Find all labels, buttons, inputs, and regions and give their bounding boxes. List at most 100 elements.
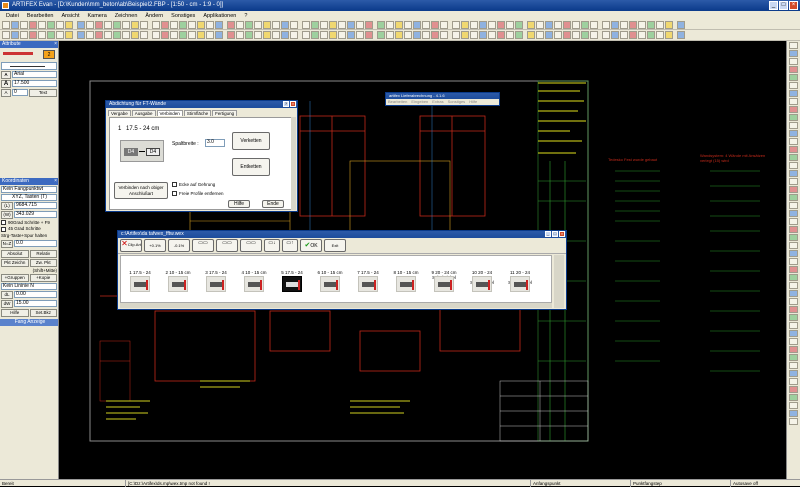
drawing-tool-30-icon[interactable] [254,31,262,39]
standard-tool-78-icon[interactable] [656,20,664,29]
menu-help[interactable]: ? [240,13,251,19]
entketten-button[interactable]: Entketten [232,158,270,176]
minimize-button[interactable]: _ [769,1,778,10]
drawing-tool-15-icon[interactable] [131,31,139,39]
checkbox-90grad[interactable] [1,220,6,226]
tab-fertigung[interactable]: Fertigung [212,110,238,116]
ft-help-button[interactable]: ? [283,101,289,107]
pen-color-swatch[interactable] [3,52,33,55]
right-tool-18-icon[interactable] [789,186,798,193]
profile-item[interactable]: 2 10 - 15 cm [165,270,191,292]
standard-tool-58-icon[interactable] [488,20,496,29]
drawing-tool-76-icon[interactable] [638,31,646,39]
verketten-button[interactable]: Verketten [232,132,270,150]
standard-tool-0-icon[interactable] [2,20,10,29]
standard-tool-73-icon[interactable] [611,20,619,29]
right-tool-43-icon[interactable] [789,386,798,393]
drawing-tool-42-icon[interactable] [356,31,364,39]
drawing-tool-10-icon[interactable] [86,31,94,39]
standard-tool-3-icon[interactable] [29,20,37,29]
drawing-tool-22-icon[interactable] [188,31,196,39]
drawing-tool-29-icon[interactable] [245,31,253,39]
right-tool-4-icon[interactable] [789,74,798,81]
drawing-tool-74-icon[interactable] [620,31,628,39]
standard-tool-65-icon[interactable] [545,20,553,29]
drawing-tool-46-icon[interactable] [386,31,394,39]
coord-hilfe-button[interactable]: Hilfe [1,308,29,317]
standard-tool-77-icon[interactable] [647,20,655,29]
standard-tool-1-icon[interactable] [11,20,19,29]
checkbox-ecke[interactable] [172,182,177,188]
wex-maximize-button[interactable]: □ [552,231,558,237]
drawing-tool-81-icon[interactable] [677,31,685,39]
right-tool-31-icon[interactable] [789,290,798,297]
standard-tool-51-icon[interactable] [431,20,439,29]
drawing-tool-67-icon[interactable] [563,31,571,39]
standard-tool-19-icon[interactable] [161,20,169,29]
drawing-tool-11-icon[interactable] [95,31,103,39]
standard-tool-11-icon[interactable] [95,20,103,29]
maximize-button[interactable]: □ [779,1,788,10]
right-tool-32-icon[interactable] [789,298,798,305]
axis-mode-select[interactable]: XYZ, Tasten (T) [1,194,57,201]
tab-vergabe[interactable]: Vergabe [108,110,131,116]
standard-tool-42-icon[interactable] [356,20,364,29]
standard-tool-60-icon[interactable] [506,20,514,29]
standard-tool-29-icon[interactable] [245,20,253,29]
right-tool-42-icon[interactable] [789,378,798,385]
profile-item[interactable]: 11 20 - 24 cm Schalwinkel - 15 [507,270,533,292]
standard-tool-16-icon[interactable] [140,20,148,29]
right-tool-21-icon[interactable] [789,210,798,217]
font-select[interactable]: Arial [12,71,57,78]
checkbox-freie[interactable] [172,191,177,197]
drawing-tool-16-icon[interactable] [140,31,148,39]
drawing-tool-23-icon[interactable] [197,31,205,39]
drawing-tool-43-icon[interactable] [365,31,373,39]
drawing-tool-2-icon[interactable] [20,31,28,39]
profile-type-c-icon[interactable]: ▭▭ [240,239,262,252]
drawing-tool-45-icon[interactable] [377,31,385,39]
right-tool-12-icon[interactable] [789,138,798,145]
wex-vertical-scrollbar[interactable] [554,255,564,308]
drawing-tool-68-icon[interactable] [572,31,580,39]
right-tool-38-icon[interactable] [789,346,798,353]
absolut-button[interactable]: Absolut [1,249,29,258]
standard-tool-56-icon[interactable] [470,20,478,29]
right-tool-35-icon[interactable] [789,322,798,329]
right-tool-36-icon[interactable] [789,330,798,337]
right-tool-47-icon[interactable] [789,418,798,425]
standard-tool-50-icon[interactable] [422,20,430,29]
standard-tool-43-icon[interactable] [365,20,373,29]
standard-tool-22-icon[interactable] [188,20,196,29]
standard-tool-75-icon[interactable] [629,20,637,29]
drawing-tool-57-icon[interactable] [479,31,487,39]
profile-item[interactable]: 5 17.5 - 24 cm [279,270,305,292]
profile-type-b-icon[interactable]: ▭▭ [216,239,238,252]
standard-tool-18-icon[interactable] [152,20,160,29]
standard-tool-13-icon[interactable] [113,20,121,29]
drawing-tool-6-icon[interactable] [56,31,64,39]
standard-tool-76-icon[interactable] [638,20,646,29]
kopie-button[interactable]: +Kopie [29,273,57,282]
profile-item[interactable]: 4 10 - 15 cm [241,270,267,292]
right-tool-39-icon[interactable] [789,354,798,361]
drawing-tool-14-icon[interactable] [122,31,130,39]
ls-menu-sonstiges[interactable]: Sonstiges [448,99,466,104]
right-tool-33-icon[interactable] [789,306,798,313]
menu-zeichnen[interactable]: Zeichnen [111,13,142,19]
standard-tool-67-icon[interactable] [563,20,571,29]
ls-menu-hilfe[interactable]: Hilfe [469,99,477,104]
standard-tool-15-icon[interactable] [131,20,139,29]
right-tool-34-icon[interactable] [789,314,798,321]
standard-tool-20-icon[interactable] [170,20,178,29]
standard-tool-54-icon[interactable] [452,20,460,29]
close-button[interactable]: × [789,1,798,10]
drawing-tool-50-icon[interactable] [422,31,430,39]
profile-item[interactable]: 3 17.5 - 24 cm [203,270,229,292]
right-tool-22-icon[interactable] [789,218,798,225]
scale-up-button[interactable]: +0.1% [144,239,166,252]
right-tool-6-icon[interactable] [789,90,798,97]
dw-field[interactable]: 15.00 [14,299,57,307]
standard-tool-64-icon[interactable] [536,20,544,29]
drawing-tool-18-icon[interactable] [152,31,160,39]
